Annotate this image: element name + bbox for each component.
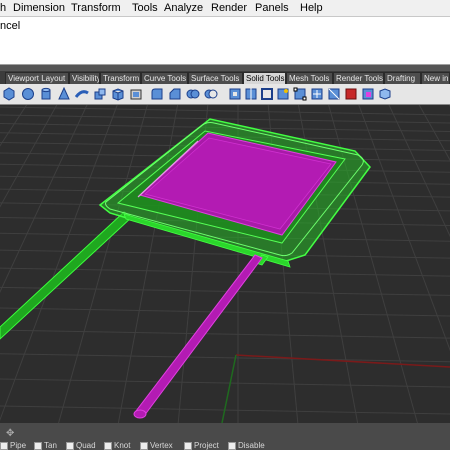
boolean-split-icon[interactable]: [244, 87, 258, 101]
tab-visibility[interactable]: Visibility: [69, 72, 100, 84]
box-edge-icon[interactable]: [2, 87, 16, 101]
tab-transform[interactable]: Transform: [100, 72, 141, 84]
osnap-item-disable[interactable]: Disable: [228, 441, 265, 450]
tab-curve-tools[interactable]: Curve Tools: [141, 72, 188, 84]
pipe-icon[interactable]: [75, 87, 89, 101]
perspective-viewport[interactable]: [0, 105, 450, 423]
tab-surface-tools[interactable]: Surface Tools: [188, 72, 243, 84]
osnap-checkbox[interactable]: [0, 441, 8, 450]
cylinder-icon[interactable]: [39, 87, 53, 101]
command-history-text: ncel: [0, 20, 21, 32]
merge-faces-icon[interactable]: [344, 87, 358, 101]
solid-edit-icon[interactable]: [276, 87, 290, 101]
split-edge-icon[interactable]: [327, 87, 341, 101]
osnap-checkbox[interactable]: [228, 441, 236, 450]
menu-render[interactable]: Render: [211, 2, 247, 14]
osnap-item-project[interactable]: Project: [184, 441, 219, 450]
extrude-icon[interactable]: [93, 87, 107, 101]
box-icon[interactable]: [111, 87, 125, 101]
tab-mesh-tools[interactable]: Mesh Tools: [286, 72, 333, 84]
menu-help[interactable]: Help: [300, 2, 323, 14]
tab-viewport-layout[interactable]: Viewport Layout: [5, 72, 69, 84]
osnap-checkbox[interactable]: [104, 441, 112, 450]
extract-surface-icon[interactable]: [361, 87, 375, 101]
menu-bar: h Dimension Transform Tools Analyze Rend…: [0, 0, 450, 17]
osnap-item-knot[interactable]: Knot: [104, 441, 130, 450]
move-face-icon[interactable]: [310, 87, 324, 101]
chamfer-icon[interactable]: [168, 87, 182, 101]
command-history[interactable]: ncel: [0, 17, 450, 65]
solid-tools-toolbar: [0, 84, 450, 105]
osnap-item-tan[interactable]: Tan: [34, 441, 57, 450]
sphere-icon[interactable]: [21, 87, 35, 101]
cube-icon[interactable]: [378, 87, 392, 101]
osnap-item-quad[interactable]: Quad: [66, 441, 96, 450]
menu-file[interactable]: h: [0, 2, 6, 14]
osnap-checkbox[interactable]: [140, 441, 148, 450]
toolbar-tabs: Viewport Layout Visibility Transform Cur…: [0, 71, 450, 84]
fillet-icon[interactable]: [150, 87, 164, 101]
osnap-bar: Pipe Tan Quad Knot Vertex Project Disabl…: [0, 441, 450, 450]
boolean-intersection-icon[interactable]: [228, 87, 242, 101]
menu-analyze[interactable]: Analyze: [164, 2, 203, 14]
tab-render-tools[interactable]: Render Tools: [333, 72, 384, 84]
boolean-union-icon[interactable]: [186, 87, 200, 101]
cone-icon[interactable]: [57, 87, 71, 101]
shell-icon[interactable]: [260, 87, 274, 101]
tab-drafting[interactable]: Drafting: [384, 72, 421, 84]
cap-icon[interactable]: [129, 87, 143, 101]
tab-new-in-v[interactable]: New in V: [421, 72, 450, 84]
menu-tools[interactable]: Tools: [132, 2, 158, 14]
menu-transform[interactable]: Transform: [71, 2, 121, 14]
pan-icon[interactable]: ✥: [6, 428, 14, 439]
osnap-checkbox[interactable]: [66, 441, 74, 450]
tab-solid-tools[interactable]: Solid Tools: [243, 72, 286, 84]
osnap-item-pipe[interactable]: Pipe: [0, 441, 26, 450]
osnap-item-vertex[interactable]: Vertex: [140, 441, 173, 450]
viewport-canvas[interactable]: [0, 105, 450, 423]
boolean-difference-icon[interactable]: [204, 87, 218, 101]
solid-points-icon[interactable]: [293, 87, 307, 101]
osnap-checkbox[interactable]: [184, 441, 192, 450]
menu-panels[interactable]: Panels: [255, 2, 289, 14]
osnap-checkbox[interactable]: [34, 441, 42, 450]
menu-dimension[interactable]: Dimension: [13, 2, 65, 14]
